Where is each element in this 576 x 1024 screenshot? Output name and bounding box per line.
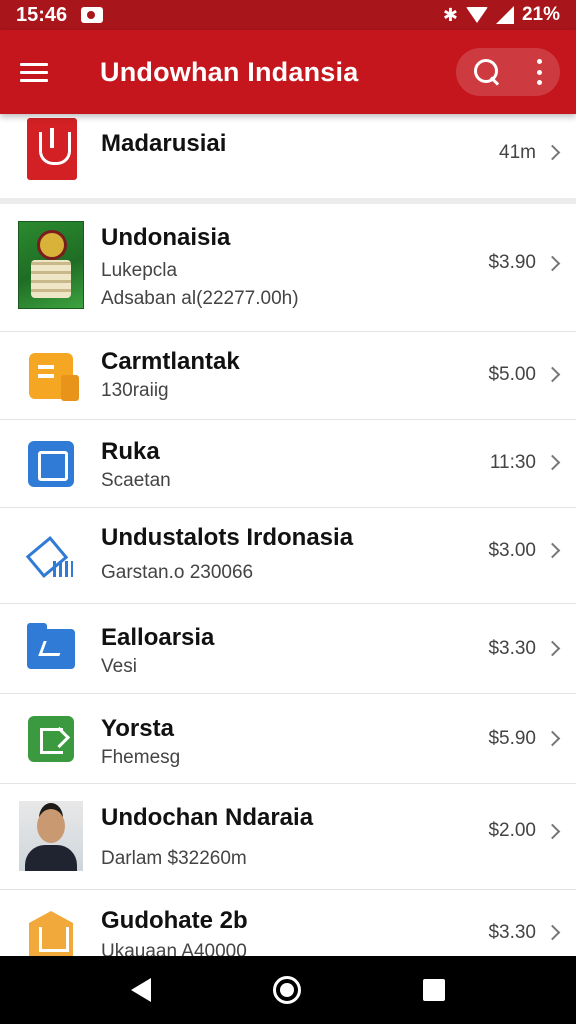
chevron-right-icon: [544, 144, 561, 161]
app-actions: [456, 48, 560, 96]
app-title: Undowhan Indansia: [100, 56, 359, 87]
item-price: $5.90: [488, 728, 536, 749]
item-subtitle: Scaetan: [101, 470, 171, 491]
list-item[interactable]: Undustalots Irdonasia Garstan.o 230066 $…: [0, 508, 576, 604]
item-title: Undochan Ndaraia: [101, 804, 314, 831]
shield-logo-icon: [22, 116, 82, 182]
item-title: Ealloarsia: [101, 624, 215, 651]
folder-icon: [18, 616, 84, 682]
status-time: 15:46: [16, 3, 68, 26]
notification-app-icon: [81, 7, 104, 23]
edit-square-icon: [18, 431, 84, 497]
item-subtitle: Vesi: [101, 656, 137, 677]
chevron-right-icon: [544, 255, 561, 272]
item-subtitle-secondary: Darlam $32260m: [101, 848, 247, 869]
gold-badge-icon: [18, 902, 84, 956]
back-icon[interactable]: [131, 978, 151, 1002]
list-item[interactable]: Ruka Scaetan 11:30: [0, 420, 576, 508]
battery-text: 21%: [521, 4, 560, 25]
item-title: Ruka: [101, 438, 160, 465]
signal-icon: [495, 6, 514, 24]
chevron-right-icon: [544, 366, 561, 383]
export-icon: [18, 706, 84, 772]
item-price: $3.00: [488, 540, 536, 561]
poster-thumbnail: [18, 220, 84, 310]
item-subtitle: Garstan.o 230066: [101, 562, 254, 583]
list-item[interactable]: Madarusiai 41m: [0, 114, 576, 204]
chevron-right-icon: [544, 640, 561, 657]
item-title: Carmtlantak: [101, 348, 240, 375]
item-title: Yorsta: [101, 715, 174, 742]
item-price: $3.90: [488, 252, 536, 273]
list-item[interactable]: Gudohate 2b Ukauaan A40000 $3.30: [0, 890, 576, 956]
item-list: Madarusiai 41m Undonaisia Lukepcla Adsab…: [0, 114, 576, 956]
list-item[interactable]: Undochan Ndaraia Darlam $32260m $2.00: [0, 784, 576, 890]
item-subtitle: 130raiig: [101, 380, 169, 401]
system-nav-bar: [0, 956, 576, 1024]
status-bar: 15:46 ✱ 21%: [0, 0, 576, 30]
chevron-right-icon: [544, 823, 561, 840]
list-item[interactable]: Undonaisia Lukepcla Adsaban al(22277.00h…: [0, 204, 576, 332]
menu-icon[interactable]: [20, 52, 60, 92]
app-bar: Undowhan Indansia: [0, 30, 576, 114]
document-icon: [18, 343, 84, 409]
item-title: Gudohate 2b: [101, 907, 248, 934]
item-subtitle: Ukauaan A40000: [101, 941, 247, 956]
item-price: $5.00: [488, 364, 536, 385]
list-item[interactable]: Yorsta Fhemesg $5.90: [0, 694, 576, 784]
item-price: 41m: [499, 142, 536, 163]
avatar-photo: [18, 800, 84, 872]
item-subtitle: Lukepcla: [101, 260, 178, 281]
chevron-right-icon: [544, 542, 561, 559]
wifi-icon: [465, 7, 488, 23]
home-icon[interactable]: [273, 976, 301, 1004]
search-icon[interactable]: [474, 59, 500, 85]
item-title: Undonaisia: [101, 224, 231, 251]
item-subtitle-secondary: Adsaban al(22277.00h): [101, 288, 299, 309]
item-price: $2.00: [488, 820, 536, 841]
recent-apps-icon[interactable]: [423, 979, 445, 1001]
item-title: Undustalots Irdonasia: [101, 524, 354, 551]
list-item[interactable]: Ealloarsia Vesi $3.30: [0, 604, 576, 694]
chart-tool-icon: [18, 523, 84, 589]
more-options-icon[interactable]: [536, 59, 542, 85]
item-price: $3.30: [488, 922, 536, 943]
item-price: $3.30: [488, 638, 536, 659]
chevron-right-icon: [544, 924, 561, 941]
item-price: 11:30: [489, 452, 536, 473]
bluetooth-icon: ✱: [442, 5, 458, 25]
chevron-right-icon: [544, 730, 561, 747]
item-subtitle: Fhemesg: [101, 747, 181, 768]
chevron-right-icon: [544, 454, 561, 471]
list-item[interactable]: Carmtlantak 130raiig $5.00: [0, 332, 576, 420]
item-title: Madarusiai: [101, 130, 227, 157]
